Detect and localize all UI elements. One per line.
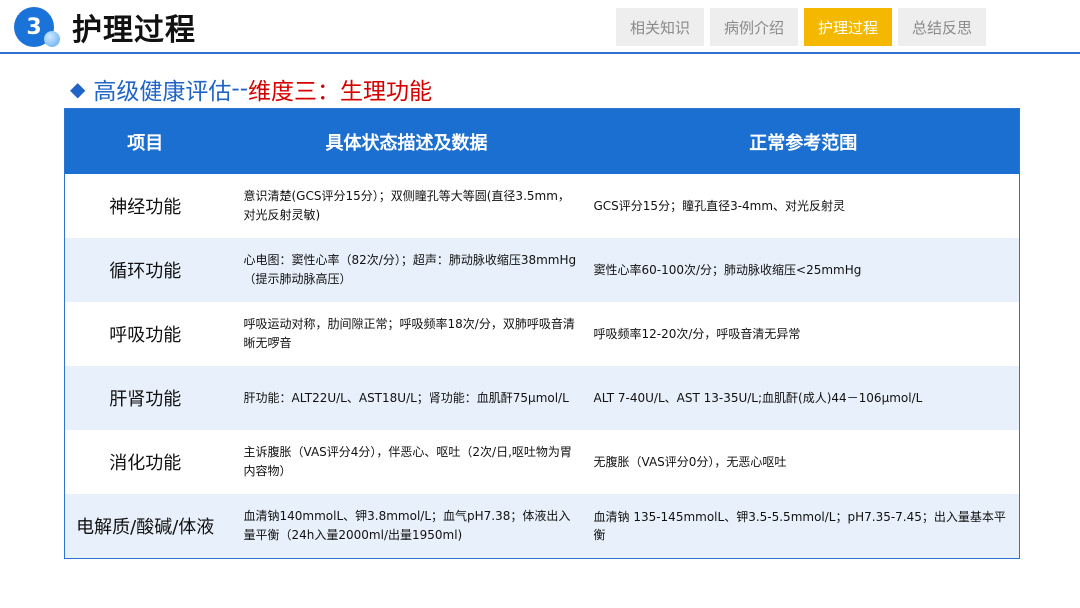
row-reference: 窦性心率60-100次/分；肺动脉收缩压<25mmHg xyxy=(587,238,1020,302)
subtitle-separator: -- xyxy=(231,76,248,102)
assessment-table: 项目 具体状态描述及数据 正常参考范围 神经功能 意识清楚(GCS评分15分）；… xyxy=(64,108,1020,559)
row-reference: 无腹胀（VAS评分0分），无恶心呕吐 xyxy=(593,455,787,469)
header-item: 项目 xyxy=(64,108,226,174)
badge-dot-icon xyxy=(44,31,60,47)
row-description: 心电图：窦性心率（82次/分）；超声：肺动脉收缩压38mmHg（提示肺动脉高压） xyxy=(225,238,588,302)
tab-nursing-process[interactable]: 护理过程 xyxy=(804,8,892,46)
table-row: 神经功能 意识清楚(GCS评分15分）；双侧瞳孔等大等圆(直径3.5mm，对光反… xyxy=(65,174,1020,238)
page-title: 护理过程 xyxy=(72,13,196,48)
section-nav: 相关知识 病例介绍 护理过程 总结反思 xyxy=(616,8,986,46)
row-item: 神经功能 xyxy=(109,197,182,218)
table-row: 循环功能 心电图：窦性心率（82次/分）；超声：肺动脉收缩压38mmHg（提示肺… xyxy=(64,238,1020,302)
table-row: 呼吸功能 呼吸运动对称，肋间隙正常；呼吸频率18次/分，双肺呼吸音清晰无啰音 呼… xyxy=(65,302,1020,366)
row-description: 血清钠140mmolL、钾3.8mmol/L；血气pH7.38；体液出入量平衡（… xyxy=(225,494,588,559)
subtitle-dimension: 维度三：生理功能 xyxy=(248,79,432,105)
subtitle-main: 高级健康评估 xyxy=(93,79,232,105)
table-row: 电解质/酸碱/体液 血清钠140mmolL、钾3.8mmol/L；血气pH7.3… xyxy=(64,494,1020,559)
header-description: 具体状态描述及数据 xyxy=(225,108,588,174)
table-header-row: 项目 具体状态描述及数据 正常参考范围 xyxy=(64,108,1020,174)
row-reference: GCS评分15分；瞳孔直径3-4mm、对光反射灵 xyxy=(593,199,846,213)
row-description: 呼吸运动对称，肋间隙正常；呼吸频率18次/分，双肺呼吸音清晰无啰音 xyxy=(243,317,575,350)
table-row: 肝肾功能 肝功能：ALT22U/L、AST18U/L；肾功能：血肌酐75μmol… xyxy=(64,366,1020,430)
row-reference: 血清钠 135-145mmolL、钾3.5-5.5mmol/L；pH7.35-7… xyxy=(587,494,1020,559)
row-item: 消化功能 xyxy=(109,453,182,474)
row-item: 肝肾功能 xyxy=(64,366,226,430)
section-subtitle: ◆ 高级健康评估 -- 维度三：生理功能 xyxy=(70,72,432,106)
row-description: 肝功能：ALT22U/L、AST18U/L；肾功能：血肌酐75μmol/L xyxy=(225,366,588,430)
row-description: 意识清楚(GCS评分15分）；双侧瞳孔等大等圆(直径3.5mm，对光反射灵敏) xyxy=(243,189,570,222)
row-item: 呼吸功能 xyxy=(109,325,182,346)
row-item: 循环功能 xyxy=(64,238,226,302)
tab-related-knowledge[interactable]: 相关知识 xyxy=(616,8,704,46)
diamond-bullet-icon: ◆ xyxy=(70,77,86,101)
row-description: 主诉腹胀（VAS评分4分），伴恶心、呕吐（2次/日,呕吐物为胃内容物） xyxy=(243,445,572,478)
row-item: 电解质/酸碱/体液 xyxy=(64,494,226,559)
header-reference: 正常参考范围 xyxy=(587,108,1020,174)
header-divider xyxy=(0,52,1080,54)
row-reference: ALT 7-40U/L、AST 13-35U/L;血肌酐(成人)44－106μm… xyxy=(587,366,1020,430)
tab-summary-reflection[interactable]: 总结反思 xyxy=(898,8,986,46)
table-row: 消化功能 主诉腹胀（VAS评分4分），伴恶心、呕吐（2次/日,呕吐物为胃内容物）… xyxy=(65,430,1020,494)
tab-case-intro[interactable]: 病例介绍 xyxy=(710,8,798,46)
section-badge: 3 xyxy=(14,7,60,49)
row-reference: 呼吸频率12-20次/分，呼吸音清无异常 xyxy=(593,327,801,341)
